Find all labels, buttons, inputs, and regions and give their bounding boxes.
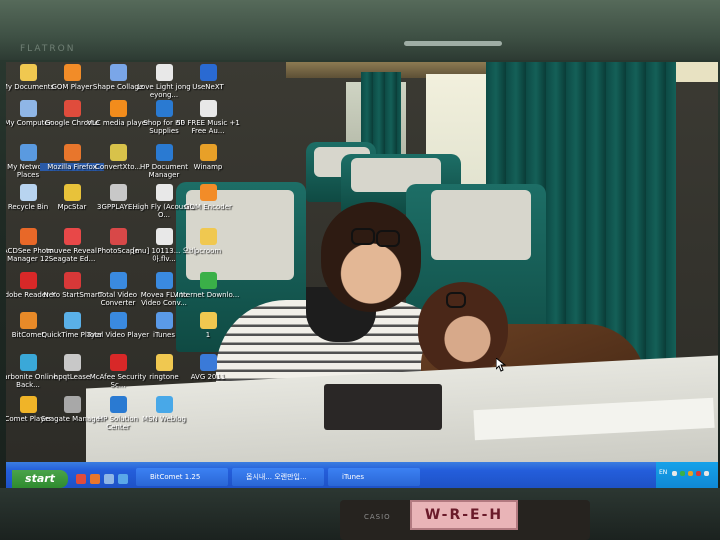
taskbar-item-label: 옵시내... 오렌만입... bbox=[246, 473, 307, 481]
acdsee-icon bbox=[19, 228, 37, 245]
taskbar: start BitComet 1.25 옵시내... 오렌만입... iTune… bbox=[6, 462, 718, 490]
nero-icon bbox=[63, 272, 81, 289]
network-icon bbox=[19, 144, 37, 161]
chrome-icon bbox=[63, 100, 81, 117]
desktop-icon-label: Internet Downlo... bbox=[176, 291, 240, 299]
firefox-icon bbox=[63, 144, 81, 161]
flv-converter-icon bbox=[155, 272, 173, 289]
desktop-icon[interactable]: Internet Downlo... bbox=[176, 272, 240, 299]
mpcstar-icon bbox=[63, 184, 81, 201]
tray-update-icon[interactable] bbox=[688, 471, 693, 476]
wallpaper-glasses bbox=[376, 230, 400, 247]
wallpaper-glasses bbox=[446, 292, 466, 308]
adobe-reader-icon bbox=[19, 272, 37, 289]
taskbar-item-firefox[interactable]: 옵시내... 오렌만입... bbox=[232, 468, 324, 486]
wallpaper-seat-cover bbox=[431, 190, 531, 260]
desktop-icon[interactable]: MSN Weblog bbox=[132, 396, 196, 423]
audio-file-icon bbox=[155, 184, 173, 201]
bitcomet-icon bbox=[19, 312, 37, 329]
photoscape-icon bbox=[109, 228, 127, 245]
quicktime-icon bbox=[63, 312, 81, 329]
monitor-brand: FLATRON bbox=[20, 44, 76, 54]
video-player-icon bbox=[109, 312, 127, 329]
muvee-icon bbox=[63, 228, 81, 245]
taskbar-item-itunes[interactable]: iTunes bbox=[328, 468, 420, 486]
start-label: start bbox=[25, 472, 55, 485]
desktop-icon[interactable]: UseNeXT bbox=[176, 64, 240, 91]
desktop-icon[interactable]: 1 bbox=[176, 312, 240, 339]
foreground-sticker: W-R-E-H bbox=[410, 500, 518, 530]
folder-icon bbox=[199, 228, 217, 245]
desktop-icon[interactable]: pcroom bbox=[176, 228, 240, 255]
video-file-icon bbox=[155, 64, 173, 81]
usenext-icon bbox=[199, 64, 217, 81]
recycle-bin-icon bbox=[19, 184, 37, 201]
hp-lease-icon bbox=[63, 354, 81, 371]
avg-icon bbox=[199, 354, 217, 371]
desktop-icon-label: 1 bbox=[205, 331, 211, 339]
collage-icon bbox=[109, 64, 127, 81]
carbonite-icon bbox=[19, 354, 37, 371]
flv-file-icon bbox=[155, 228, 173, 245]
music-icon bbox=[199, 100, 217, 117]
folder-documents-icon bbox=[19, 64, 37, 81]
quick-launch-chrome-icon[interactable] bbox=[76, 474, 86, 484]
winamp-icon bbox=[199, 144, 217, 161]
tray-security-icon[interactable] bbox=[680, 471, 685, 476]
mouse-pointer-icon bbox=[496, 358, 506, 372]
hp-solution-icon bbox=[109, 396, 127, 413]
desktop-icon-label: 50 FREE Music +1 Free Au... bbox=[176, 119, 240, 135]
start-button[interactable]: start bbox=[12, 470, 68, 488]
system-tray: EN bbox=[656, 462, 718, 490]
monitor-power-led bbox=[404, 41, 502, 46]
foreground-device-label: CASIO bbox=[364, 513, 391, 521]
tray-antivirus-icon[interactable] bbox=[696, 471, 701, 476]
tray-volume-icon[interactable] bbox=[704, 471, 709, 476]
player-icon bbox=[109, 184, 127, 201]
desktop-icon[interactable]: 50 FREE Music +1 Free Au... bbox=[176, 100, 240, 135]
desktop-icon-label: pcroom bbox=[194, 247, 222, 255]
desktop-icon[interactable]: Winamp bbox=[176, 144, 240, 171]
download-manager-icon bbox=[199, 272, 217, 289]
wallpaper-box bbox=[324, 384, 442, 430]
desktop-icon-label: Winamp bbox=[193, 163, 223, 171]
itunes-icon bbox=[155, 312, 173, 329]
desktop-icon-label: AVG 2011 bbox=[190, 373, 226, 381]
desktop-screen: My Documents GOM Player Shape Collage Love … bbox=[6, 62, 718, 490]
desktop-icon[interactable]: AVG 2011 bbox=[176, 354, 240, 381]
gom-encoder-icon bbox=[199, 184, 217, 201]
desktop-icon[interactable]: GOM Encoder bbox=[176, 184, 240, 211]
gom-player-icon bbox=[63, 64, 81, 81]
wallpaper-glasses bbox=[351, 228, 375, 245]
taskbar-item-label: BitComet 1.25 bbox=[150, 473, 201, 481]
seagate-icon bbox=[63, 396, 81, 413]
video-converter-icon bbox=[109, 272, 127, 289]
hp-document-icon bbox=[155, 144, 173, 161]
tray-language[interactable]: EN bbox=[659, 469, 667, 476]
mcafee-icon bbox=[109, 354, 127, 371]
desktop-icon-label: MSN Weblog bbox=[142, 415, 186, 423]
convert-icon bbox=[109, 144, 127, 161]
vlc-cone-icon bbox=[109, 100, 127, 117]
desktop-icon-label: GOM Encoder bbox=[184, 203, 232, 211]
folder-icon bbox=[199, 312, 217, 329]
msn-icon bbox=[155, 396, 173, 413]
comet-icon bbox=[19, 396, 37, 413]
taskbar-item-bitcomet[interactable]: BitComet 1.25 bbox=[136, 468, 228, 486]
monitor-bezel-top bbox=[0, 0, 720, 60]
wallpaper-head-boy bbox=[321, 202, 421, 312]
hp-shop-icon bbox=[155, 100, 173, 117]
quick-launch-desktop-icon[interactable] bbox=[104, 474, 114, 484]
computer-icon bbox=[19, 100, 37, 117]
quick-launch-ie-icon[interactable] bbox=[118, 474, 128, 484]
quick-launch-firefox-icon[interactable] bbox=[90, 474, 100, 484]
tray-network-icon[interactable] bbox=[672, 471, 677, 476]
taskbar-item-label: iTunes bbox=[342, 473, 364, 481]
folder-icon bbox=[155, 354, 173, 371]
desktop-icon-label: UseNeXT bbox=[192, 83, 224, 91]
